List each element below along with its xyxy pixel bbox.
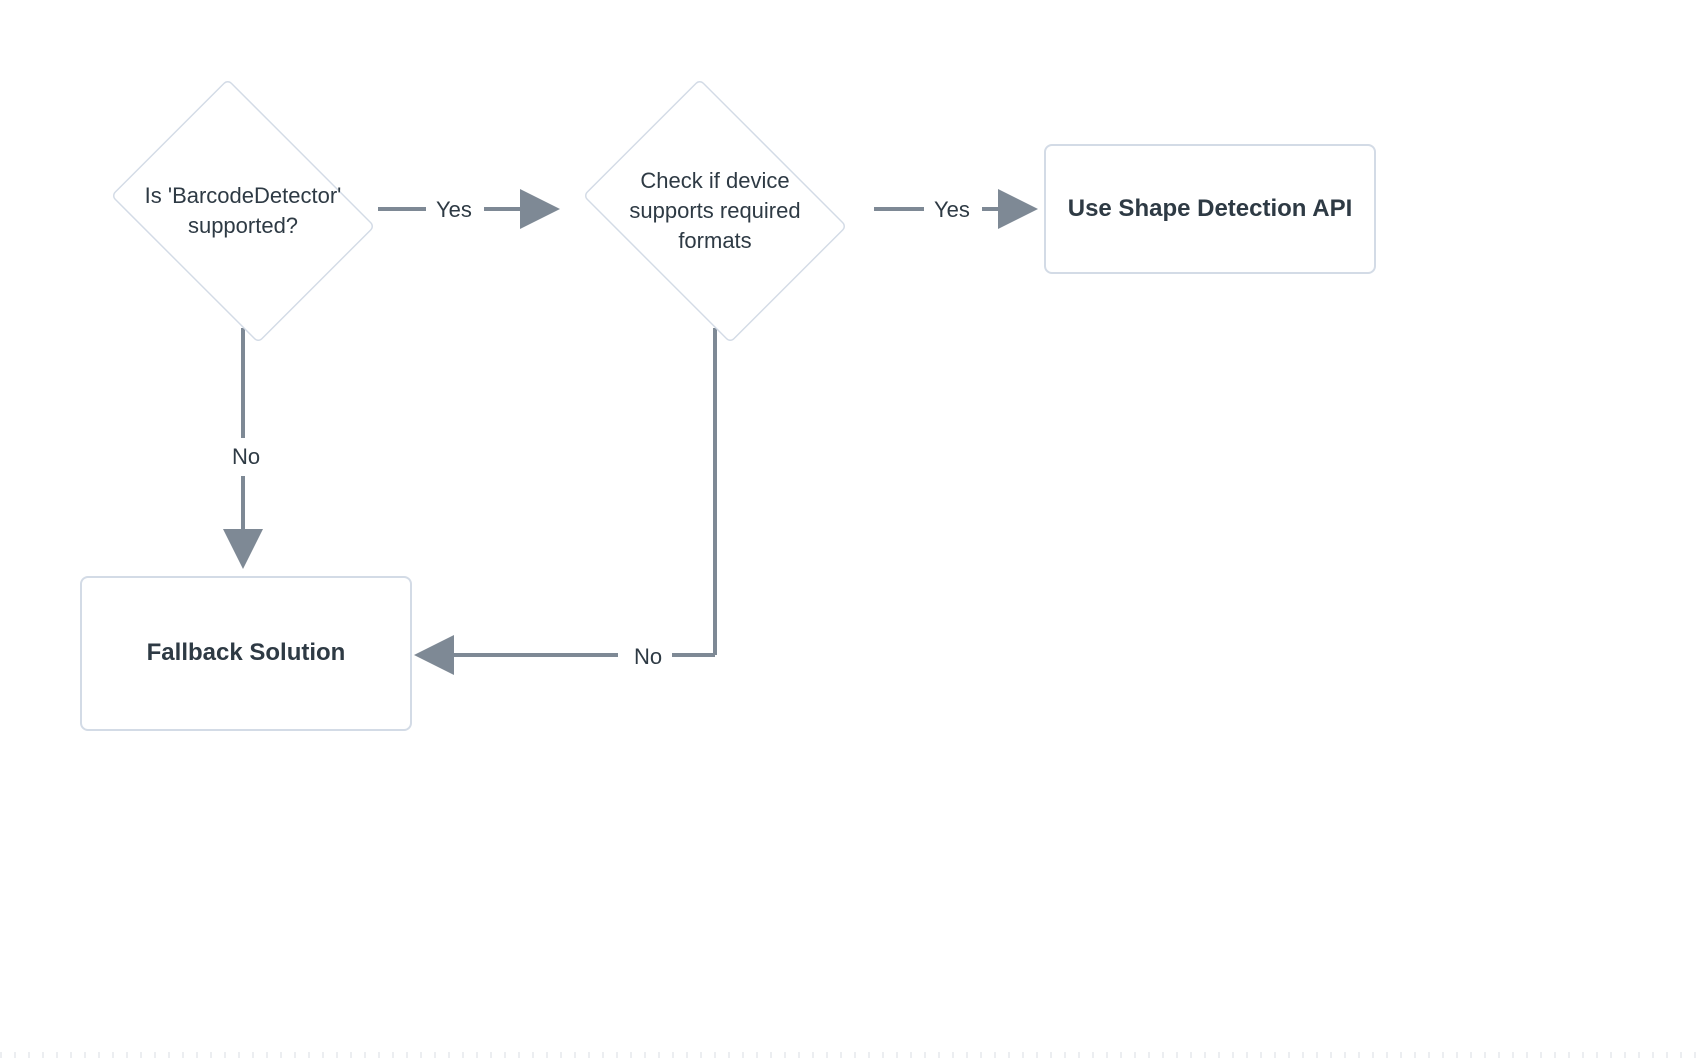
edge-label-d1-no: No	[228, 442, 264, 472]
decision-barcode-supported: Is 'BarcodeDetector' supported?	[98, 96, 388, 326]
result-use-api-label: Use Shape Detection API	[1068, 193, 1353, 225]
edge-label-d2-yes: Yes	[930, 195, 974, 225]
result-use-api: Use Shape Detection API	[1044, 144, 1376, 274]
edge-label-d1-yes: Yes	[432, 195, 476, 225]
decision-formats-supported-label: Check if device supports required format…	[606, 166, 824, 255]
edge-label-d2-no: No	[630, 642, 666, 672]
decision-barcode-supported-label: Is 'BarcodeDetector' supported?	[134, 181, 352, 240]
flowchart: Is 'BarcodeDetector' supported? Check if…	[0, 0, 1700, 1058]
result-fallback: Fallback Solution	[80, 576, 412, 731]
footer-dots	[0, 1052, 1700, 1058]
decision-formats-supported: Check if device supports required format…	[570, 96, 860, 326]
result-fallback-label: Fallback Solution	[147, 637, 346, 669]
